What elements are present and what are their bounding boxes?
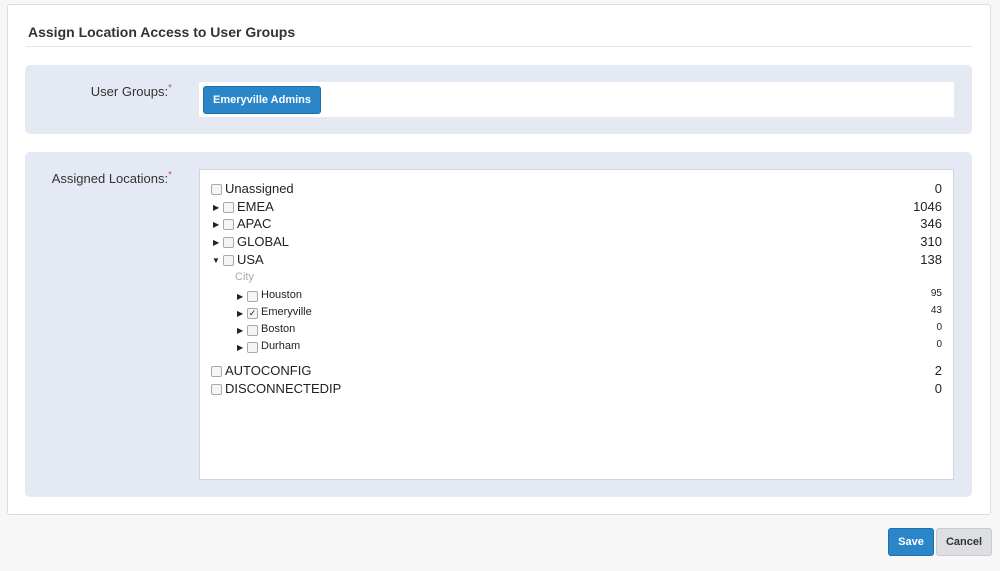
tree-node-count: 310: [920, 234, 942, 249]
checkbox[interactable]: [223, 202, 234, 213]
tree-node-disconnectedip: DISCONNECTEDIP 0: [200, 381, 953, 399]
tree-node-label[interactable]: APAC: [237, 216, 271, 231]
user-group-tag-emeryville-admins[interactable]: Emeryville Admins: [203, 86, 322, 114]
tree-node-label[interactable]: USA: [237, 252, 264, 267]
checkbox[interactable]: [223, 237, 234, 248]
expand-arrow-icon[interactable]: ▶: [213, 238, 221, 248]
tree-node-label[interactable]: Emeryville: [261, 306, 312, 318]
tree-node-global: ▶ GLOBAL 310: [200, 234, 953, 252]
checkbox[interactable]: [223, 255, 234, 266]
checkbox[interactable]: [211, 184, 222, 195]
expand-arrow-icon[interactable]: ▶: [213, 220, 221, 230]
tree-node-emeryville: ▶ ✓ Emeryville 43: [200, 305, 953, 323]
save-button[interactable]: Save: [888, 528, 934, 556]
checkbox[interactable]: [247, 342, 258, 353]
cancel-button[interactable]: Cancel: [936, 528, 992, 556]
tree-node-boston: ▶ Boston 0: [200, 322, 953, 340]
tree-node-count: 43: [930, 305, 942, 316]
tree-node-count: 0: [934, 181, 942, 196]
location-tree[interactable]: Unassigned 0 ▶ EMEA 1046 ▶ APAC 346 ▶ GL…: [199, 169, 954, 480]
tree-node-label[interactable]: Boston: [261, 323, 295, 335]
tree-node-count: 138: [920, 252, 942, 267]
tree-node-count: 346: [920, 216, 942, 231]
tree-node-unassigned: Unassigned 0: [200, 181, 953, 199]
user-groups-input[interactable]: Emeryville Admins: [199, 82, 954, 117]
tree-node-label[interactable]: DISCONNECTEDIP: [225, 381, 341, 396]
tree-node-houston: ▶ Houston 95: [200, 288, 953, 306]
tree-node-emea: ▶ EMEA 1046: [200, 199, 953, 217]
expand-arrow-icon[interactable]: ▶: [237, 343, 245, 353]
tree-node-label[interactable]: Houston: [261, 289, 302, 301]
tree-node-count: 0: [936, 339, 942, 350]
expand-arrow-icon[interactable]: ▶: [237, 292, 245, 302]
checkbox[interactable]: [211, 384, 222, 395]
checkbox[interactable]: [247, 291, 258, 302]
expand-arrow-icon[interactable]: ▶: [237, 326, 245, 336]
tree-node-durham: ▶ Durham 0: [200, 339, 953, 357]
city-level-header: City: [235, 271, 254, 283]
tree-node-label[interactable]: AUTOCONFIG: [225, 363, 311, 378]
assigned-locations-section: Assigned Locations:* Unassigned 0 ▶ EMEA…: [25, 152, 972, 497]
assigned-locations-label: Assigned Locations:*: [51, 170, 172, 186]
tree-node-usa: ▼ USA 138: [200, 252, 953, 270]
tree-node-count: 0: [936, 322, 942, 333]
expand-arrow-icon[interactable]: ▶: [237, 309, 245, 319]
collapse-arrow-icon[interactable]: ▼: [212, 256, 220, 266]
tree-node-label[interactable]: Unassigned: [225, 181, 294, 196]
checkbox[interactable]: [247, 325, 258, 336]
user-groups-section: User Groups:* Emeryville Admins: [25, 65, 972, 134]
tree-node-count: 1046: [913, 199, 942, 214]
tree-node-count: 0: [934, 381, 942, 396]
checkbox[interactable]: [223, 219, 234, 230]
tree-node-autoconfig: AUTOCONFIG 2: [200, 363, 953, 381]
tree-node-count: 95: [930, 288, 942, 299]
assign-location-panel: Assign Location Access to User Groups Us…: [7, 4, 991, 515]
tree-node-label[interactable]: GLOBAL: [237, 234, 289, 249]
expand-arrow-icon[interactable]: ▶: [213, 203, 221, 213]
checkbox[interactable]: [211, 366, 222, 377]
checkbox-checked[interactable]: ✓: [247, 308, 258, 319]
tree-node-label[interactable]: EMEA: [237, 199, 274, 214]
dialog-title: Assign Location Access to User Groups: [28, 24, 296, 40]
tree-node-apac: ▶ APAC 346: [200, 216, 953, 234]
title-divider: [26, 46, 972, 47]
tree-node-label[interactable]: Durham: [261, 340, 300, 352]
user-groups-label: User Groups:*: [90, 83, 172, 99]
tree-node-count: 2: [934, 363, 942, 378]
